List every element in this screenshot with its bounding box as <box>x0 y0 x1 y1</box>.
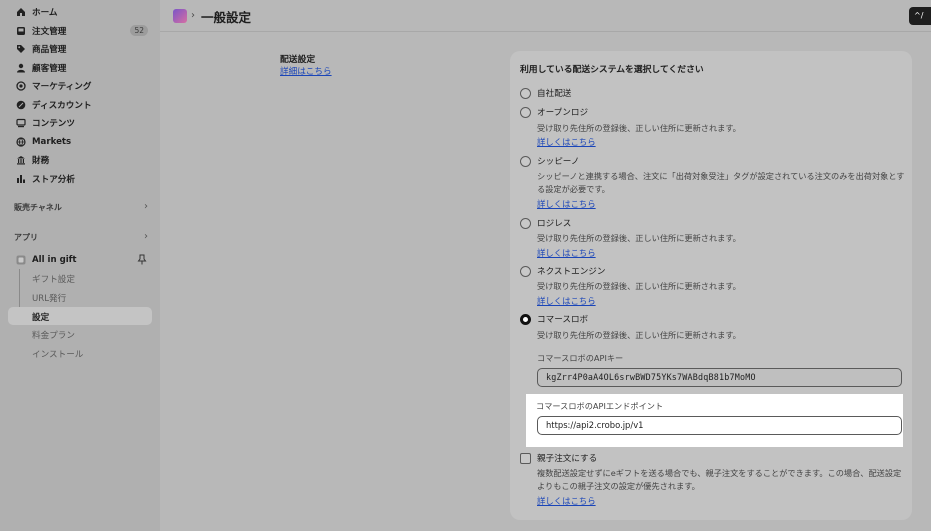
person-icon <box>16 63 26 73</box>
nav-analytics[interactable]: ストア分析 <box>8 170 152 188</box>
nav-label: Markets <box>32 137 72 147</box>
breadcrumb-separator: › <box>191 10 195 21</box>
top-bar: › 一般設定 ^/ <box>160 0 931 32</box>
app-item-settings[interactable]: 設定 <box>32 311 49 323</box>
option-label: シッピーノ <box>537 157 580 167</box>
option-description: シッピーノと連携する場合、注文に「出荷対象受注」タグが設定されている注文のみを出… <box>537 171 905 194</box>
nav-label: 財務 <box>32 156 50 166</box>
option-description: 受け取り先住所の登録後、正しい住所に更新されます。 <box>537 123 741 133</box>
content-icon <box>16 118 26 128</box>
radio-openlogi[interactable] <box>520 107 531 118</box>
chevron-right-icon[interactable]: › <box>144 231 148 242</box>
main-content: › 一般設定 ^/ 配送設定 詳細はこちら 利用している配送システムを選択してく… <box>160 0 931 531</box>
nav-marketing[interactable]: マーケティング <box>8 77 152 95</box>
section-details-link[interactable]: 詳細はこちら <box>280 65 332 77</box>
parent-child-checkbox[interactable] <box>520 453 531 464</box>
parent-child-label: 親子注文にする <box>537 454 598 464</box>
parent-child-description: 複数配送設定せずにeギフトを送る場合でも、親子注文をすることができます。この場合… <box>537 468 902 491</box>
option-details-link[interactable]: 詳しくはこちら <box>537 247 596 259</box>
order-count-badge: 52 <box>130 25 148 36</box>
target-icon <box>16 81 26 91</box>
pin-icon[interactable] <box>137 254 147 268</box>
app-all-in-gift[interactable]: All in gift <box>8 251 152 269</box>
nav-label: 商品管理 <box>32 45 67 55</box>
option-label: コマースロボ <box>537 315 589 325</box>
api-endpoint-highlight: コマースロボのAPIエンドポイント https://api2.crobo.jp/… <box>526 394 903 447</box>
nav-home[interactable]: ホーム <box>8 3 152 21</box>
nav-label: ホーム <box>32 8 58 18</box>
radio-shippinno[interactable] <box>520 156 531 167</box>
app-name: All in gift <box>32 255 77 265</box>
nav-label: 注文管理 <box>32 27 67 37</box>
nav-markets[interactable]: Markets <box>8 133 152 151</box>
app-item-gift-settings[interactable]: ギフト設定 <box>32 273 75 285</box>
parent-child-details-link[interactable]: 詳しくはこちら <box>537 495 596 507</box>
nav-finance[interactable]: 財務 <box>8 151 152 169</box>
page-title: 一般設定 <box>201 10 252 25</box>
radio-commerce-robo[interactable] <box>520 314 531 325</box>
app-item-install[interactable]: インストール <box>32 348 83 360</box>
bank-icon <box>16 155 26 165</box>
home-icon <box>16 7 26 17</box>
active-row-highlight <box>8 307 152 325</box>
option-label: ロジレス <box>537 219 572 229</box>
nav-label: マーケティング <box>32 82 92 92</box>
option-label: 自社配送 <box>537 89 572 99</box>
option-details-link[interactable]: 詳しくはこちら <box>537 295 596 307</box>
globe-icon <box>16 137 26 147</box>
radio-in-house[interactable] <box>520 88 531 99</box>
radio-logiless[interactable] <box>520 218 531 229</box>
card-title: 利用している配送システムを選択してください <box>520 65 704 75</box>
nav-label: ディスカウント <box>32 101 92 111</box>
inbox-icon <box>16 26 26 36</box>
radio-next-engine[interactable] <box>520 266 531 277</box>
app-breadcrumb-icon[interactable] <box>173 9 187 23</box>
chevron-right-icon[interactable]: › <box>144 201 148 212</box>
option-details-link[interactable]: 詳しくはこちら <box>537 136 596 148</box>
app-icon <box>16 255 26 265</box>
shortcut-button[interactable]: ^/ <box>909 7 931 25</box>
nav-customers[interactable]: 顧客管理 <box>8 59 152 77</box>
api-endpoint-input[interactable]: https://api2.crobo.jp/v1 <box>537 416 902 435</box>
nav-products[interactable]: 商品管理 <box>8 40 152 58</box>
nav-label: コンテンツ <box>32 119 75 129</box>
nav-discounts[interactable]: ディスカウント <box>8 96 152 114</box>
tag-icon <box>16 44 26 54</box>
option-details-link[interactable]: 詳しくはこちら <box>537 198 596 210</box>
apps-heading[interactable]: アプリ <box>14 232 38 243</box>
nav-orders[interactable]: 注文管理 52 <box>8 22 152 40</box>
sidebar: ホーム 注文管理 52 商品管理 顧客管理 マーケティング ディスカウント コン… <box>0 0 160 531</box>
section-title: 配送設定 <box>280 55 316 65</box>
api-endpoint-label: コマースロボのAPIエンドポイント <box>536 401 664 411</box>
option-label: ネクストエンジン <box>537 267 606 277</box>
nav-label: ストア分析 <box>32 175 75 185</box>
shipping-system-card: 利用している配送システムを選択してください 自社配送 オープンロジ 受け取り先住… <box>510 51 912 520</box>
api-key-input[interactable]: kgZrr4P0aA4OL6srwBWD75YKs7WABdqB81b7MoMO <box>537 368 902 387</box>
app-item-url-issue[interactable]: URL発行 <box>32 292 66 304</box>
app-item-pricing[interactable]: 料金プラン <box>32 329 75 341</box>
option-label: オープンロジ <box>537 108 589 118</box>
option-description: 受け取り先住所の登録後、正しい住所に更新されます。 <box>537 281 741 291</box>
option-description: 受け取り先住所の登録後、正しい住所に更新されます。 <box>537 233 741 243</box>
nav-label: 顧客管理 <box>32 64 67 74</box>
option-description: 受け取り先住所の登録後、正しい住所に更新されます。 <box>537 330 741 340</box>
sales-channels-heading[interactable]: 販売チャネル <box>14 202 62 213</box>
nav-content[interactable]: コンテンツ <box>8 114 152 132</box>
discount-icon <box>16 100 26 110</box>
api-key-label: コマースロボのAPIキー <box>537 353 624 363</box>
bar-chart-icon <box>16 174 26 184</box>
